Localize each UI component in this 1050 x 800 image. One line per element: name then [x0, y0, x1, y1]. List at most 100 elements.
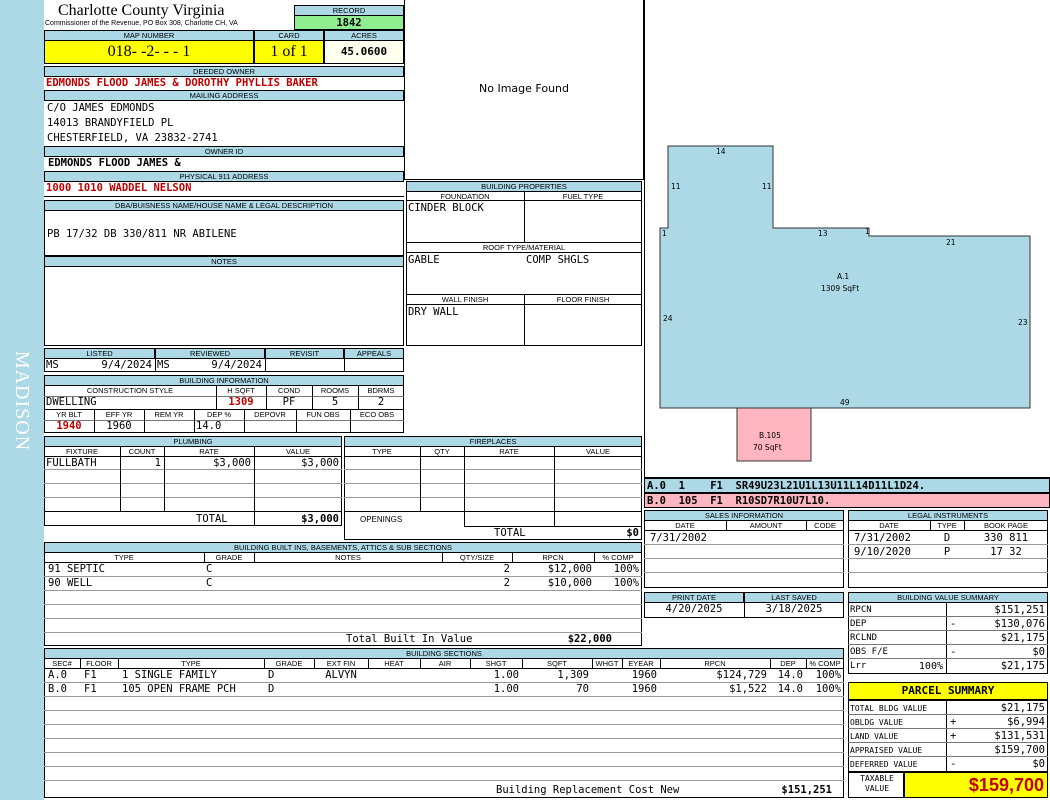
builtin-qty: 2	[503, 577, 510, 589]
wall-value: DRY WALL	[408, 306, 459, 318]
li-date-1: 7/31/2002	[854, 532, 911, 544]
taxable-value: $159,700	[904, 772, 1048, 798]
section-col: SQFT	[547, 659, 567, 668]
no-image-text: No Image Found	[479, 82, 569, 95]
builtins-total-label: Total Built In Value	[346, 633, 473, 645]
parcel-row-value: $159,700	[994, 744, 1045, 756]
roof-label: ROOF TYPE/MATERIAL	[482, 243, 566, 252]
taxable-label: TAXABLE VALUE	[860, 774, 894, 793]
mailing-line-1: C/O JAMES EDMONDS	[47, 102, 155, 114]
dim-right-upper: 11	[762, 182, 772, 191]
section-b-area: 70 SqFt	[753, 443, 782, 452]
bin-col-5: % COMP	[602, 553, 634, 562]
notes-header: NOTES	[44, 256, 404, 267]
li-col-2: BOOK PAGE	[983, 521, 1029, 530]
deeded-owner-value: EDMONDS FLOOD JAMES & DOROTHY PHYLLIS BA…	[46, 77, 318, 89]
plumb-col-2: RATE	[199, 447, 219, 456]
bvs-row-name: RPCN	[850, 605, 872, 615]
print-date: 4/20/2025	[665, 603, 723, 615]
plumb-count: 1	[154, 457, 161, 469]
section-col: HEAT	[384, 659, 404, 668]
section-cell: 1 SINGLE FAMILY	[122, 669, 217, 681]
roof-type: GABLE	[408, 254, 440, 266]
section-col: EYEAR	[628, 659, 654, 668]
reviewed-by: MS	[157, 359, 170, 371]
section-cell: 105 OPEN FRAME PCH	[122, 683, 236, 695]
li-type-1: D	[943, 532, 951, 544]
section-col: RPCN	[704, 659, 726, 668]
bvs-row-value: $21,175	[1000, 660, 1045, 672]
bvs-row-pct: 100%	[918, 661, 943, 672]
section-cell: $124,729	[716, 669, 767, 681]
map-number-value: 018- -2- - - 1	[44, 40, 254, 64]
building-sketch: 14 11 11 1 13 1 21 24 23 49 A.1 1309 SqF…	[659, 145, 1031, 462]
builtin-rpcn: $10,000	[547, 577, 592, 589]
section-a-label: A.1	[837, 272, 849, 281]
section-cell: 70	[576, 683, 589, 695]
sale-date: 7/31/2002	[650, 532, 707, 544]
dim-bottom: 49	[840, 398, 850, 407]
section-col: DEP	[780, 659, 796, 668]
sales-col-0: DATE	[675, 521, 695, 530]
plumb-col-0: FIXTURE	[65, 447, 99, 456]
parcel-row-name: OBLDG VALUE	[850, 718, 903, 727]
sales-col-2: CODE	[814, 521, 836, 530]
sections-total: $151,251	[781, 784, 832, 796]
section-cell: 14.0	[777, 683, 803, 695]
section-cell: 14.0	[777, 669, 803, 681]
bvs-row-sign: -	[950, 618, 957, 630]
mailing-line-2: 14013 BRANDYFIELD PL	[47, 117, 174, 129]
li-col-1: TYPE	[937, 521, 957, 530]
bin-col-1: GRADE	[215, 553, 243, 562]
fire-total: $0	[626, 527, 639, 539]
plumb-total: $3,000	[301, 513, 339, 525]
county-subtitle: Commissioner of the Revenue, PO Box 308,…	[45, 20, 238, 27]
listed-by: MS	[46, 359, 59, 371]
parcel-row-sign: +	[950, 716, 957, 728]
bvs-row-value: $0	[1032, 646, 1045, 658]
builtin-comp: 100%	[613, 577, 639, 589]
builtin-qty: 2	[503, 563, 510, 575]
builtin-comp: 100%	[613, 563, 639, 575]
parcel-row-value: $0	[1032, 758, 1045, 770]
li-type-2: P	[943, 546, 951, 558]
fire-openings-label: OPENINGS	[360, 515, 403, 524]
section-cell: 1.00	[493, 683, 519, 695]
section-col: SEC#	[52, 659, 72, 668]
section-cell: ALVYN	[325, 669, 357, 681]
dim-left-upper: 11	[671, 182, 681, 191]
bvs-row-name: OBS F/E	[850, 647, 888, 657]
sketch-code-a: A.0 1 F1 SR49U23L21U1L13U11L14D11L1D24.	[644, 478, 1050, 493]
builtin-rpcn: $12,000	[547, 563, 592, 575]
card-value: 1 of 1	[254, 40, 324, 64]
physical-address-value: 1000 1010 WADDEL NELSON	[46, 182, 192, 194]
bvs-row-name: DEP	[850, 619, 867, 629]
notes-box	[44, 256, 404, 346]
fire-col-3: VALUE	[585, 447, 611, 456]
section-cell: D	[268, 683, 275, 695]
listed-date: 9/4/2024	[101, 359, 152, 371]
section-cell: 1.00	[493, 669, 519, 681]
fire-col-1: QTY	[434, 447, 450, 456]
li-book-2: 17 32	[990, 546, 1022, 558]
section-cell: D	[268, 669, 275, 681]
parcel-row-value: $131,531	[994, 730, 1045, 742]
fire-col-0: TYPE	[372, 447, 392, 456]
plumb-col-3: VALUE	[285, 447, 311, 456]
section-col: TYPE	[181, 659, 201, 668]
wall-label: WALL FINISH	[441, 295, 489, 304]
acres-value: 45.0600	[324, 40, 404, 64]
section-cell: 1,309	[557, 669, 589, 681]
foundation-value: CINDER BLOCK	[408, 202, 484, 214]
fire-col-2: RATE	[499, 447, 519, 456]
section-cell: B.0	[48, 683, 67, 695]
bvs-row-value: $130,076	[994, 618, 1045, 630]
plumb-col-1: COUNT	[128, 447, 156, 456]
parcel-row-sign: +	[950, 730, 957, 742]
section-cell: $1,522	[729, 683, 767, 695]
section-cell: 1960	[631, 683, 657, 695]
mailing-header: MAILING ADDRESS	[44, 90, 404, 101]
li-col-0: DATE	[879, 521, 899, 530]
builtin-grade: C	[206, 577, 213, 589]
dim-left: 24	[663, 314, 673, 323]
